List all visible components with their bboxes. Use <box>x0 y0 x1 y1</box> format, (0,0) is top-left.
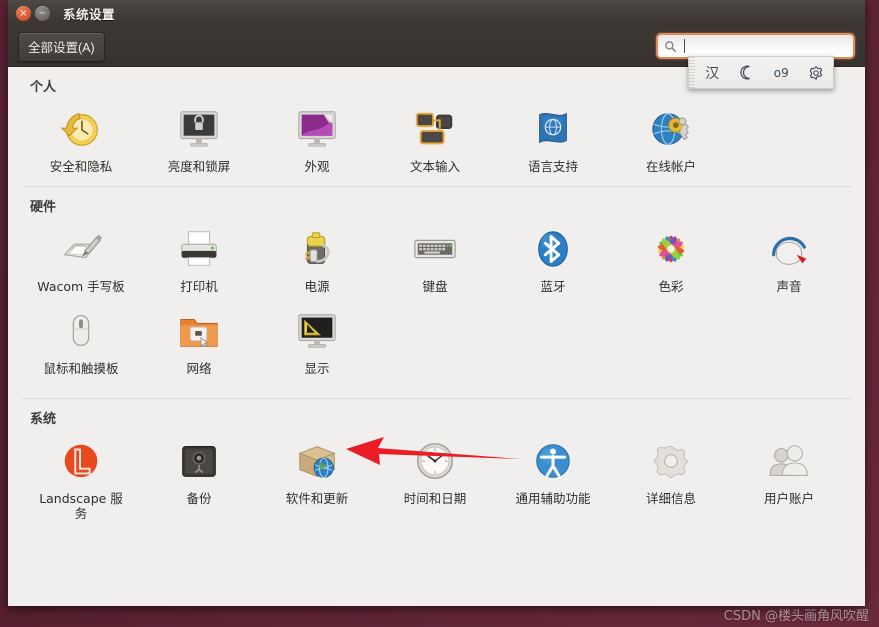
setting-item-details[interactable]: 详细信息 <box>612 431 730 506</box>
displays-icon <box>293 307 341 355</box>
setting-label: 亮度和锁屏 <box>167 159 231 174</box>
gear-icon <box>809 65 823 80</box>
section-title-system: 系统 <box>30 411 57 427</box>
icon-row-personal-1: 安全和隐私 亮度和锁屏 外观 文本输入 语言支持 在线帐户 <box>22 99 851 174</box>
setting-item-universal-access[interactable]: 通用辅助功能 <box>494 431 612 506</box>
text-caret <box>684 39 685 53</box>
section-title-hardware: 硬件 <box>30 200 57 216</box>
watermark: CSDN @楼头画角风吹醒 <box>723 609 869 624</box>
setting-item-time-date[interactable]: 时间和日期 <box>376 431 494 506</box>
details-icon <box>647 437 695 485</box>
setting-label: Landscape 服务 <box>39 490 123 521</box>
setting-label: 蓝牙 <box>540 279 566 295</box>
setting-label: 色彩 <box>658 279 684 295</box>
setting-item-software-updates[interactable]: 软件和更新 <box>258 431 376 506</box>
ime-toolbar[interactable]: 汉 o9 <box>688 56 834 89</box>
setting-item-wacom-tablet[interactable]: Wacom 手写板 <box>22 219 140 294</box>
setting-item-bluetooth[interactable]: 蓝牙 <box>494 219 612 294</box>
color-icon <box>647 225 695 273</box>
setting-item-color[interactable]: 色彩 <box>612 219 730 294</box>
setting-label: 软件和更新 <box>285 490 349 506</box>
title-bar: × − 系统设置 <box>8 0 865 27</box>
user-accounts-icon <box>765 437 813 485</box>
setting-item-text-entry[interactable]: 文本输入 <box>376 99 494 174</box>
setting-label: 声音 <box>776 279 802 295</box>
text-entry-icon <box>411 105 459 153</box>
security-privacy-icon <box>57 105 105 153</box>
appearance-icon <box>293 105 341 153</box>
minimize-icon: − <box>38 7 47 19</box>
network-icon <box>175 307 223 355</box>
ime-punctuation-mode-icon[interactable]: o9 <box>764 57 799 88</box>
setting-item-online-accounts[interactable]: 在线帐户 <box>612 99 730 174</box>
ime-settings-gear-icon[interactable] <box>799 57 834 88</box>
setting-label: 用户账户 <box>763 490 814 506</box>
bluetooth-icon <box>529 225 577 273</box>
setting-label: 备份 <box>186 490 212 506</box>
setting-label: 电源 <box>304 279 330 295</box>
setting-item-brightness-lock[interactable]: 亮度和锁屏 <box>140 99 258 174</box>
setting-label: 语言支持 <box>527 159 578 174</box>
setting-label: 鼠标和触摸板 <box>43 360 119 376</box>
landscape-service-icon <box>57 437 105 485</box>
backup-icon <box>175 437 223 485</box>
ime-halfwidth-mode-icon[interactable] <box>730 57 765 88</box>
time-date-icon <box>411 437 459 485</box>
setting-item-language-support[interactable]: 语言支持 <box>494 99 612 174</box>
icon-row-hardware-2: 鼠标和触摸板 网络 显示 <box>22 301 851 376</box>
sound-icon <box>765 225 813 273</box>
setting-item-network[interactable]: 网络 <box>140 301 258 376</box>
mouse-touchpad-icon <box>57 307 105 355</box>
setting-label: 通用辅助功能 <box>515 490 591 506</box>
section-hardware: 硬件 Wacom 手写板 打印机 电源 键盘 蓝牙 色彩 声音 鼠标和触摸板 网… <box>22 186 851 376</box>
moon-icon <box>740 65 750 80</box>
setting-label: 键盘 <box>422 279 448 295</box>
section-system: 系统 Landscape 服务 备份 软件和更新 时间和日期 通用辅助功能 详细… <box>22 397 851 522</box>
setting-label: 文本输入 <box>409 159 460 174</box>
icon-row-hardware-1: Wacom 手写板 打印机 电源 键盘 蓝牙 色彩 声音 <box>22 219 851 294</box>
power-icon <box>293 225 341 273</box>
setting-label: 打印机 <box>180 279 218 295</box>
setting-item-keyboard[interactable]: 键盘 <box>376 219 494 294</box>
keyboard-icon <box>411 225 459 273</box>
close-button[interactable]: × <box>16 6 31 21</box>
minimize-button[interactable]: − <box>35 6 50 21</box>
ime-punctuation-glyph: o9 <box>773 65 789 80</box>
window-title: 系统设置 <box>63 7 116 22</box>
wacom-tablet-icon <box>57 225 105 273</box>
search-icon <box>664 40 677 53</box>
universal-access-icon <box>529 437 577 485</box>
setting-item-displays[interactable]: 显示 <box>258 301 376 376</box>
setting-item-backup[interactable]: 备份 <box>140 431 258 506</box>
settings-content: 个人 安全和隐私 亮度和锁屏 外观 文本输入 语言支持 在线帐户 硬件 Waco… <box>8 67 865 606</box>
setting-label: Wacom 手写板 <box>37 279 125 295</box>
brightness-lock-icon <box>175 105 223 153</box>
online-accounts-icon <box>647 105 695 153</box>
setting-label: 安全和隐私 <box>49 159 113 174</box>
system-settings-window: × − 系统设置 全部设置(A) 个人 安全和隐私 亮度和锁屏 外观 文本输入 … <box>8 0 865 606</box>
setting-label: 外观 <box>304 159 330 174</box>
setting-item-landscape-service[interactable]: Landscape 服务 <box>22 431 140 522</box>
setting-item-printer[interactable]: 打印机 <box>140 219 258 294</box>
setting-label: 在线帐户 <box>645 159 696 174</box>
software-updates-icon <box>293 437 341 485</box>
setting-item-appearance[interactable]: 外观 <box>258 99 376 174</box>
setting-item-sound[interactable]: 声音 <box>730 219 848 294</box>
ime-chinese-glyph: 汉 <box>705 65 720 82</box>
setting-item-mouse-touchpad[interactable]: 鼠标和触摸板 <box>22 301 140 376</box>
setting-item-power[interactable]: 电源 <box>258 219 376 294</box>
setting-label: 显示 <box>304 360 330 376</box>
setting-label: 详细信息 <box>645 490 696 506</box>
setting-item-security-privacy[interactable]: 安全和隐私 <box>22 99 140 174</box>
setting-label: 时间和日期 <box>403 490 467 506</box>
setting-item-user-accounts[interactable]: 用户账户 <box>730 431 848 506</box>
setting-label: 网络 <box>186 360 212 376</box>
close-icon: × <box>19 7 28 19</box>
printer-icon <box>175 225 223 273</box>
icon-row-system-1: Landscape 服务 备份 软件和更新 时间和日期 通用辅助功能 详细信息 … <box>22 431 851 522</box>
language-support-icon <box>529 105 577 153</box>
ime-chinese-mode-icon[interactable]: 汉 <box>695 57 730 88</box>
all-settings-button[interactable]: 全部设置(A) <box>18 31 105 62</box>
